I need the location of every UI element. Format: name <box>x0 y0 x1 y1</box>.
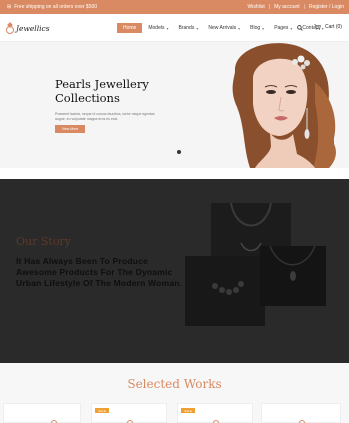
story-heading: Our Story <box>16 235 71 248</box>
sale-badge: SALE <box>95 408 109 413</box>
sale-badge: SALE <box>181 408 195 413</box>
chevron-down-icon: ▾ <box>290 25 293 31</box>
ring-logo-icon <box>6 22 15 34</box>
selected-works-section: Selected Works SALE SALE <box>0 363 349 423</box>
nav-label: Models <box>148 25 165 31</box>
nav-label: Brands <box>178 25 195 31</box>
account-links: Wishlist | My account | Register / Login <box>247 4 344 10</box>
story-text: It Has Always Been To Produce Awesome Pr… <box>16 256 183 288</box>
slider-dot[interactable] <box>177 150 181 154</box>
promo-text: Free shipping on all orders over $500 <box>14 4 98 10</box>
wishlist-link[interactable]: Wishlist <box>248 4 265 10</box>
chevron-down-icon: ▾ <box>166 25 169 31</box>
chevron-down-icon: ▾ <box>196 25 199 31</box>
nav-item-brands[interactable]: Brands ▾ <box>174 23 202 33</box>
top-bar: ⊞ Free shipping on all orders over $500 … <box>0 0 349 14</box>
product-card[interactable]: SALE <box>177 403 253 423</box>
pendant-photo <box>260 246 326 306</box>
nav-item-models[interactable]: Models ▾ <box>144 23 172 33</box>
chevron-down-icon: ▾ <box>238 25 241 31</box>
hero-slider: Pearls Jewellery Collections Praesent la… <box>0 42 349 168</box>
register-login-link[interactable]: Register / Login <box>309 4 344 10</box>
pearl-bracelet-photo <box>185 256 265 326</box>
product-card[interactable]: SALE <box>91 403 167 423</box>
nav-item-home[interactable]: Home <box>117 23 143 33</box>
our-story-section: Our Story It Has Always Been To Produce … <box>0 179 349 363</box>
works-title: Selected Works <box>127 377 222 391</box>
my-account-link[interactable]: My account <box>274 4 300 10</box>
nav-item-pages[interactable]: Pages ▾ <box>270 23 296 33</box>
search-icon[interactable] <box>297 25 303 31</box>
logo-text: Jewellics <box>16 23 50 33</box>
chevron-down-icon: ▾ <box>262 25 265 31</box>
nav-item-new-arrivals[interactable]: New Arrivals ▾ <box>204 23 244 33</box>
promo-banner: ⊞ Free shipping on all orders over $500 <box>7 4 97 10</box>
main-header: Jewellics Home Models ▾ Brands ▾ New Arr… <box>0 14 349 42</box>
product-card[interactable] <box>261 403 341 423</box>
hero-description: Praesent lacinia, neque id cursus faucib… <box>55 112 155 121</box>
logo[interactable]: Jewellics <box>6 22 50 34</box>
nav-item-blog[interactable]: Blog ▾ <box>246 23 268 33</box>
view-more-button[interactable]: View More <box>55 125 85 133</box>
nav-label: Pages <box>274 25 289 31</box>
cart-icon <box>314 24 321 30</box>
nav-label: New Arrivals <box>208 25 237 31</box>
gift-icon: ⊞ <box>7 3 12 10</box>
nav-label: Blog <box>250 25 261 31</box>
product-card[interactable] <box>3 403 81 423</box>
model-image <box>232 43 336 168</box>
hero-title: Pearls Jewellery Collections <box>55 77 149 105</box>
cart-label: Cart (0) <box>325 24 342 30</box>
nav-label: Home <box>123 25 137 31</box>
cart-button[interactable]: Cart (0) <box>314 24 342 30</box>
